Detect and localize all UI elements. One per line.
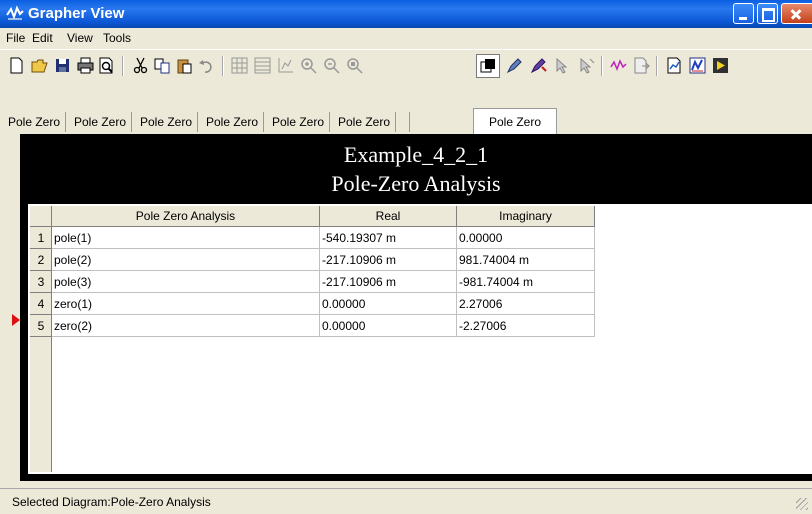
marker-icon[interactable] bbox=[530, 57, 547, 74]
grapher-window: Grapher View File Edit View Tools Pole Z… bbox=[0, 0, 812, 514]
list-icon[interactable] bbox=[254, 57, 271, 74]
tab-pole-zero-active[interactable]: Pole Zero bbox=[473, 108, 557, 134]
overlay-icon bbox=[480, 59, 495, 73]
toolbar-separator bbox=[656, 56, 658, 76]
cell-name[interactable]: zero(2) bbox=[52, 315, 320, 337]
row-number[interactable]: 1 bbox=[30, 227, 52, 249]
cell-imaginary[interactable]: 981.74004 m bbox=[457, 249, 595, 271]
tab-pole-zero-3[interactable]: Pole Zero bbox=[135, 112, 199, 132]
save-icon[interactable] bbox=[54, 57, 71, 74]
row-number[interactable]: 4 bbox=[30, 293, 52, 315]
menu-tools[interactable]: Tools bbox=[103, 31, 131, 45]
current-row-marker-icon bbox=[12, 314, 20, 326]
toolbar-separator bbox=[601, 56, 603, 76]
new-icon[interactable] bbox=[8, 57, 25, 74]
cell-real[interactable]: 0.00000 bbox=[320, 315, 457, 337]
column-header-imaginary[interactable]: Imaginary bbox=[457, 206, 595, 227]
chart-subtitle: Pole-Zero Analysis bbox=[331, 171, 501, 196]
toolbar-separator bbox=[222, 56, 224, 76]
cell-imaginary[interactable]: -981.74004 m bbox=[457, 271, 595, 293]
cell-name[interactable]: zero(1) bbox=[52, 293, 320, 315]
cell-real[interactable]: 0.00000 bbox=[320, 293, 457, 315]
app-icon bbox=[6, 5, 24, 20]
cell-name[interactable]: pole(2) bbox=[52, 249, 320, 271]
cell-real[interactable]: -217.10906 m bbox=[320, 271, 457, 293]
cell-imaginary[interactable]: -2.27006 bbox=[457, 315, 595, 337]
window-title: Grapher View bbox=[28, 5, 125, 22]
close-button[interactable] bbox=[781, 3, 812, 24]
menu-edit[interactable]: Edit bbox=[32, 31, 53, 45]
page-icon[interactable] bbox=[666, 57, 683, 74]
zoom-out-icon[interactable] bbox=[323, 57, 340, 74]
menu-bar: File Edit View Tools bbox=[0, 28, 812, 48]
copy-icon[interactable] bbox=[154, 57, 171, 74]
toolbar bbox=[0, 49, 812, 81]
maximize-button[interactable] bbox=[757, 3, 778, 24]
open-icon[interactable] bbox=[31, 57, 48, 74]
cell-imaginary[interactable]: 0.00000 bbox=[457, 227, 595, 249]
chart-title: Example_4_2_1 bbox=[343, 142, 489, 167]
tab-pole-zero-1[interactable]: Pole Zero bbox=[3, 112, 67, 132]
print-icon[interactable] bbox=[77, 57, 94, 74]
status-text: Selected Diagram:Pole-Zero Analysis bbox=[12, 495, 211, 509]
tab-pole-zero-6[interactable]: Pole Zero bbox=[333, 112, 397, 132]
minimize-button[interactable] bbox=[733, 3, 754, 24]
tab-pole-zero-4[interactable]: Pole Zero bbox=[201, 112, 265, 132]
grid-icon[interactable] bbox=[231, 57, 248, 74]
tab-pole-zero-2[interactable]: Pole Zero bbox=[69, 112, 133, 132]
row-number[interactable]: 2 bbox=[30, 249, 52, 271]
print-preview-icon[interactable] bbox=[98, 57, 115, 74]
zoom-fit-icon[interactable] bbox=[346, 57, 363, 74]
row-number[interactable]: 3 bbox=[30, 271, 52, 293]
paste-icon[interactable] bbox=[176, 57, 193, 74]
tab-pole-zero-5[interactable]: Pole Zero bbox=[267, 112, 331, 132]
status-bar: Selected Diagram:Pole-Zero Analysis bbox=[0, 488, 812, 514]
cut-icon[interactable] bbox=[132, 57, 149, 74]
column-header-name[interactable]: Pole Zero Analysis bbox=[52, 206, 320, 227]
zoom-in-icon[interactable] bbox=[300, 57, 317, 74]
chart-icon[interactable] bbox=[689, 57, 706, 74]
cursor2-icon[interactable] bbox=[578, 57, 595, 74]
column-header-real[interactable]: Real bbox=[320, 206, 457, 227]
menu-view[interactable]: View bbox=[67, 31, 93, 45]
export-icon[interactable] bbox=[633, 57, 650, 74]
cell-imaginary[interactable]: 2.27006 bbox=[457, 293, 595, 315]
pen-icon[interactable] bbox=[506, 57, 523, 74]
cell-real[interactable]: -217.10906 m bbox=[320, 249, 457, 271]
tab-pole-zero-7-spacer bbox=[399, 112, 410, 132]
overlay-button[interactable] bbox=[476, 54, 500, 78]
toolbar-separator bbox=[122, 56, 124, 76]
cell-real[interactable]: -540.19307 m bbox=[320, 227, 457, 249]
title-bar[interactable]: Grapher View bbox=[0, 0, 812, 28]
cursor-icon[interactable] bbox=[554, 57, 571, 74]
row-number[interactable]: 5 bbox=[30, 315, 52, 337]
cell-name[interactable]: pole(1) bbox=[52, 227, 320, 249]
resize-grip-icon[interactable] bbox=[796, 498, 808, 510]
run-icon[interactable] bbox=[712, 57, 729, 74]
axis-icon[interactable] bbox=[277, 57, 294, 74]
waveform-icon[interactable] bbox=[610, 57, 627, 74]
undo-icon[interactable] bbox=[198, 57, 215, 74]
corner-header[interactable] bbox=[30, 206, 52, 227]
menu-file[interactable]: File bbox=[6, 31, 25, 45]
cell-name[interactable]: pole(3) bbox=[52, 271, 320, 293]
